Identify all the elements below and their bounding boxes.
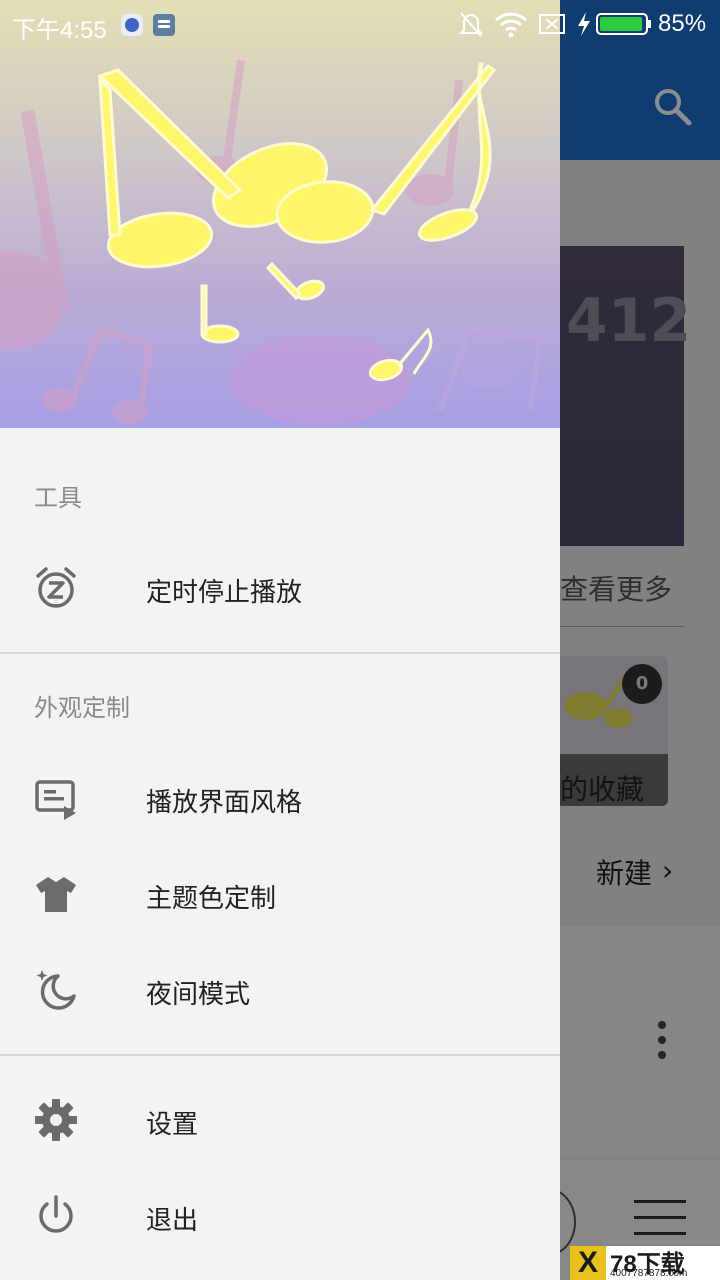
drawer-divider <box>0 1054 560 1056</box>
drawer-divider <box>0 652 560 654</box>
battery-icon <box>596 13 651 35</box>
drawer-header-image <box>0 0 560 428</box>
menu-label: 退出 <box>146 1206 199 1236</box>
power-icon <box>39 1195 73 1233</box>
status-time: 下午4:55 <box>12 17 107 44</box>
no-sim-icon <box>539 14 565 34</box>
status-bar: 下午4:55 85% <box>0 0 720 50</box>
section-title-tools: 工具 <box>34 484 82 512</box>
menu-label: 主题色定制 <box>146 884 277 914</box>
alarm-z-icon <box>36 567 76 608</box>
battery-percent: 85% <box>658 10 707 37</box>
moon-icon <box>36 970 76 1010</box>
app-notification-icon <box>121 14 143 36</box>
player-style-icon <box>35 780 76 820</box>
menu-label: 夜间模式 <box>146 980 251 1010</box>
menu-label: 设置 <box>146 1110 199 1140</box>
tshirt-icon <box>36 877 76 912</box>
menu-item-sleep-timer[interactable]: 定时停止播放 <box>0 542 560 632</box>
watermark-logo: X <box>570 1246 606 1280</box>
menu-item-theme-color[interactable]: 主题色定制 <box>0 848 560 938</box>
menu-item-night-mode[interactable]: 夜间模式 <box>0 944 560 1034</box>
menu-label: 播放界面风格 <box>146 788 303 818</box>
navigation-drawer: 工具 定时停止播放 外观定制 播放界面风格 主题色定制 夜间模式 设置 退出 <box>0 0 560 1280</box>
message-notification-icon <box>153 14 175 36</box>
watermark: X 78下载 4007787878.com <box>570 1246 720 1280</box>
wifi-icon <box>494 12 528 38</box>
gear-icon <box>35 1099 77 1141</box>
section-title-appearance: 外观定制 <box>34 694 130 722</box>
bell-off-icon <box>458 12 484 37</box>
menu-label: 定时停止播放 <box>146 578 303 608</box>
menu-item-settings[interactable]: 设置 <box>0 1074 560 1164</box>
watermark-url: 4007787878.com <box>610 1268 688 1279</box>
charging-icon <box>578 12 590 36</box>
menu-item-player-style[interactable]: 播放界面风格 <box>0 752 560 842</box>
menu-item-exit[interactable]: 退出 <box>0 1170 560 1260</box>
